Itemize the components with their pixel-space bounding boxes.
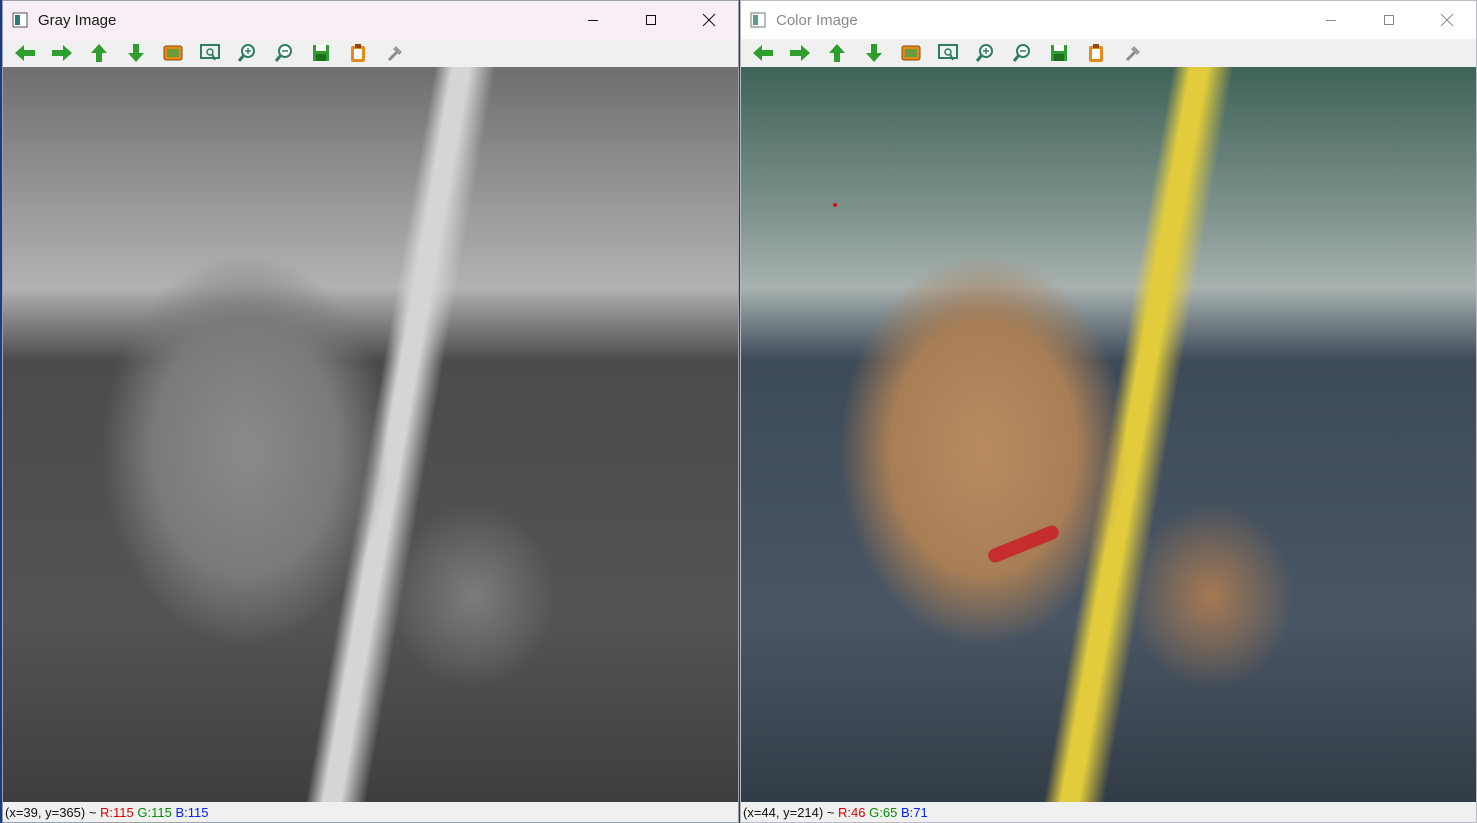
pan-up-button[interactable] bbox=[86, 41, 111, 65]
zoom-in-icon bbox=[237, 44, 255, 62]
toolbar bbox=[3, 39, 738, 67]
properties-button[interactable] bbox=[382, 41, 407, 65]
save-icon bbox=[312, 45, 329, 61]
properties-icon bbox=[387, 46, 402, 62]
cursor-marker bbox=[833, 203, 837, 207]
arrow-up-icon bbox=[90, 44, 107, 62]
zoom-out-icon bbox=[274, 44, 292, 62]
title-bar[interactable]: Gray Image bbox=[3, 1, 738, 39]
status-coords: (x=44, y=214) ~ bbox=[743, 805, 839, 820]
zoom-original-button[interactable] bbox=[898, 41, 923, 65]
dog-collar bbox=[986, 523, 1061, 565]
app-icon bbox=[12, 12, 28, 28]
arrow-right-icon bbox=[51, 45, 72, 61]
copy-icon bbox=[350, 44, 365, 62]
zoom-fit-button[interactable] bbox=[197, 41, 222, 65]
arrow-right-icon bbox=[789, 45, 810, 61]
zoom-fit-button[interactable] bbox=[935, 41, 960, 65]
window-title: Gray Image bbox=[38, 11, 117, 29]
minimize-icon bbox=[588, 20, 598, 21]
zoom-in-icon bbox=[975, 44, 993, 62]
copy-button[interactable] bbox=[345, 41, 370, 65]
minimize-button[interactable] bbox=[1302, 1, 1360, 39]
image-icon bbox=[163, 45, 182, 61]
image-view[interactable] bbox=[3, 67, 738, 802]
arrow-left-icon bbox=[752, 45, 773, 61]
pan-left-button[interactable] bbox=[750, 41, 775, 65]
status-blue: B:71 bbox=[900, 805, 928, 820]
close-icon bbox=[1440, 13, 1454, 27]
pan-right-button[interactable] bbox=[787, 41, 812, 65]
copy-button[interactable] bbox=[1083, 41, 1108, 65]
zoom-out-button[interactable] bbox=[1009, 41, 1034, 65]
copy-icon bbox=[1088, 44, 1103, 62]
pan-right-button[interactable] bbox=[49, 41, 74, 65]
toolbar bbox=[741, 39, 1476, 67]
save-button[interactable] bbox=[1046, 41, 1071, 65]
window-title: Color Image bbox=[776, 11, 858, 29]
status-blue: B:115 bbox=[175, 805, 209, 820]
pan-down-button[interactable] bbox=[123, 41, 148, 65]
arrow-left-icon bbox=[14, 45, 35, 61]
maximize-button[interactable] bbox=[622, 1, 680, 39]
arrow-down-icon bbox=[865, 44, 882, 62]
close-button[interactable] bbox=[1418, 1, 1476, 39]
zoom-fit-icon bbox=[937, 44, 958, 61]
close-icon bbox=[702, 13, 716, 27]
pan-left-button[interactable] bbox=[12, 41, 37, 65]
status-bar: (x=44, y=214) ~ R:46 G:65 B:71 bbox=[741, 802, 1476, 822]
arrow-up-icon bbox=[828, 44, 845, 62]
status-coords: (x=39, y=365) ~ bbox=[5, 805, 101, 820]
maximize-icon bbox=[1384, 15, 1394, 25]
minimize-icon bbox=[1326, 20, 1336, 21]
status-bar: (x=39, y=365) ~ R:115 G:115 B:115 bbox=[3, 802, 738, 822]
zoom-out-icon bbox=[1012, 44, 1030, 62]
status-green: G:65 bbox=[869, 805, 898, 820]
zoom-out-button[interactable] bbox=[271, 41, 296, 65]
pan-up-button[interactable] bbox=[824, 41, 849, 65]
properties-button[interactable] bbox=[1120, 41, 1145, 65]
zoom-in-button[interactable] bbox=[972, 41, 997, 65]
zoom-fit-icon bbox=[199, 44, 220, 61]
maximize-icon bbox=[646, 15, 656, 25]
image-view[interactable] bbox=[741, 67, 1476, 802]
pan-down-button[interactable] bbox=[861, 41, 886, 65]
save-button[interactable] bbox=[308, 41, 333, 65]
save-icon bbox=[1050, 45, 1067, 61]
title-bar[interactable]: Color Image bbox=[741, 1, 1476, 39]
close-button[interactable] bbox=[680, 1, 738, 39]
image-icon bbox=[901, 45, 920, 61]
color-image-window: Color Image (x=44, y=214) ~ R:46 G:65 B:… bbox=[740, 0, 1477, 823]
status-green: G:115 bbox=[137, 805, 172, 820]
arrow-down-icon bbox=[127, 44, 144, 62]
app-icon bbox=[750, 12, 766, 28]
minimize-button[interactable] bbox=[564, 1, 622, 39]
status-red: R:46 bbox=[838, 805, 866, 820]
zoom-original-button[interactable] bbox=[160, 41, 185, 65]
properties-icon bbox=[1125, 46, 1140, 62]
maximize-button[interactable] bbox=[1360, 1, 1418, 39]
zoom-in-button[interactable] bbox=[234, 41, 259, 65]
gray-image-window: Gray Image (x=39, y=365) ~ R:115 G:115 B… bbox=[2, 0, 739, 823]
status-red: R:115 bbox=[100, 805, 134, 820]
